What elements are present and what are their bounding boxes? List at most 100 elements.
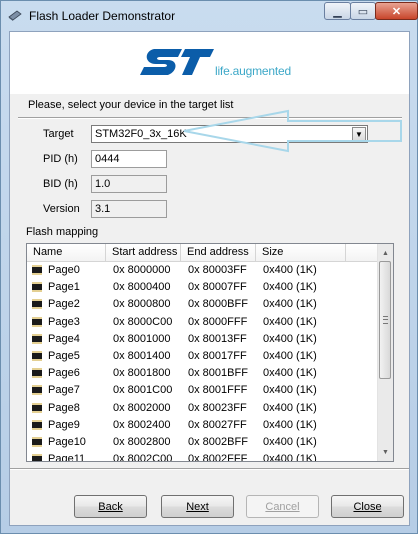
end-address: 0x 8000FFF bbox=[188, 315, 248, 328]
page-size: 0x400 (1K) bbox=[263, 367, 317, 380]
table-row[interactable]: Page11 0x 8002C00 0x 8002FFF 0x400 (1K) bbox=[27, 451, 380, 462]
table-row[interactable]: Page0 0x 8000000 0x 80003FF 0x400 (1K) bbox=[27, 262, 380, 279]
table-row[interactable]: Page6 0x 8001800 0x 8001BFF 0x400 (1K) bbox=[27, 365, 380, 382]
title-bar[interactable]: Flash Loader Demonstrator ▁ ▭ ✕ bbox=[1, 1, 418, 31]
table-row[interactable]: Page9 0x 8002400 0x 80027FF 0x400 (1K) bbox=[27, 417, 380, 434]
list-header: Name Start address End address Size bbox=[27, 244, 380, 262]
table-row[interactable]: Page8 0x 8002000 0x 80023FF 0x400 (1K) bbox=[27, 400, 380, 417]
page-size: 0x400 (1K) bbox=[263, 453, 317, 462]
target-dropdown[interactable]: STM32F0_3x_16K ▼ bbox=[91, 125, 368, 143]
page-name: Page10 bbox=[48, 435, 86, 448]
bid-field: 1.0 bbox=[91, 175, 167, 193]
back-button[interactable]: Back bbox=[74, 495, 147, 518]
end-address: 0x 80023FF bbox=[188, 401, 247, 414]
chip-icon bbox=[32, 333, 42, 344]
column-header-name[interactable]: Name bbox=[27, 244, 106, 261]
page-size: 0x400 (1K) bbox=[263, 349, 317, 362]
chip-icon bbox=[32, 402, 42, 413]
version-value: 3.1 bbox=[95, 203, 111, 215]
select-device-prompt: Please, select your device in the target… bbox=[28, 99, 234, 111]
page-name: Page9 bbox=[48, 418, 80, 431]
dropdown-arrow-icon[interactable]: ▼ bbox=[352, 127, 366, 141]
table-row[interactable]: Page1 0x 8000400 0x 80007FF 0x400 (1K) bbox=[27, 279, 380, 296]
end-address: 0x 80007FF bbox=[188, 281, 247, 294]
flash-mapping-title: Flash mapping bbox=[26, 226, 99, 238]
dialog-client: life.augmented Please, select your devic… bbox=[9, 31, 410, 526]
start-address: 0x 8000800 bbox=[113, 298, 171, 311]
chip-icon bbox=[32, 368, 42, 379]
page-name: Page1 bbox=[48, 281, 80, 294]
scroll-up-icon[interactable]: ▲ bbox=[379, 246, 392, 260]
version-field: 3.1 bbox=[91, 200, 167, 218]
chip-icon bbox=[32, 454, 42, 461]
app-window: Flash Loader Demonstrator ▁ ▭ ✕ life.aug… bbox=[0, 0, 418, 534]
st-logo bbox=[140, 49, 214, 75]
table-row[interactable]: Page3 0x 8000C00 0x 8000FFF 0x400 (1K) bbox=[27, 314, 380, 331]
start-address: 0x 8001800 bbox=[113, 367, 171, 380]
page-name: Page5 bbox=[48, 349, 80, 362]
table-row[interactable]: Page7 0x 8001C00 0x 8001FFF 0x400 (1K) bbox=[27, 382, 380, 399]
chip-icon bbox=[32, 436, 42, 447]
end-address: 0x 8002FFF bbox=[188, 453, 248, 462]
page-name: Page11 bbox=[48, 453, 86, 462]
page-size: 0x400 (1K) bbox=[263, 264, 317, 276]
chip-icon bbox=[32, 282, 42, 293]
pid-value: 0444 bbox=[95, 153, 120, 165]
start-address: 0x 8002400 bbox=[113, 418, 171, 431]
chip-icon bbox=[32, 316, 42, 327]
scroll-thumb[interactable] bbox=[379, 261, 391, 379]
table-row[interactable]: Page10 0x 8002800 0x 8002BFF 0x400 (1K) bbox=[27, 434, 380, 451]
table-row[interactable]: Page2 0x 8000800 0x 8000BFF 0x400 (1K) bbox=[27, 296, 380, 313]
end-address: 0x 8001FFF bbox=[188, 384, 248, 397]
start-address: 0x 8001400 bbox=[113, 349, 171, 362]
chip-icon bbox=[32, 299, 42, 310]
end-address: 0x 8000BFF bbox=[188, 298, 248, 311]
maximize-icon: ▭ bbox=[357, 5, 369, 18]
pid-field: 0444 bbox=[91, 150, 167, 168]
page-size: 0x400 (1K) bbox=[263, 384, 317, 397]
chip-icon bbox=[32, 385, 42, 396]
column-header-size[interactable]: Size bbox=[256, 244, 346, 261]
end-address: 0x 8002BFF bbox=[188, 435, 248, 448]
close-window-button[interactable]: ✕ bbox=[375, 2, 418, 20]
page-name: Page3 bbox=[48, 315, 80, 328]
start-address: 0x 8000C00 bbox=[113, 315, 173, 328]
end-address: 0x 8001BFF bbox=[188, 367, 248, 380]
page-size: 0x400 (1K) bbox=[263, 435, 317, 448]
next-button[interactable]: Next bbox=[161, 495, 234, 518]
start-address: 0x 8002000 bbox=[113, 401, 171, 414]
page-size: 0x400 (1K) bbox=[263, 298, 317, 311]
page-name: Page0 bbox=[48, 264, 80, 276]
page-size: 0x400 (1K) bbox=[263, 281, 317, 294]
start-address: 0x 8002800 bbox=[113, 435, 171, 448]
cancel-button[interactable]: Cancel bbox=[246, 495, 319, 518]
close-button[interactable]: Close bbox=[331, 495, 404, 518]
app-icon bbox=[8, 10, 22, 21]
chip-icon bbox=[32, 419, 42, 430]
page-size: 0x400 (1K) bbox=[263, 315, 317, 328]
flash-mapping-list[interactable]: Name Start address End address Size Page… bbox=[26, 243, 394, 462]
minimize-icon: ▁ bbox=[333, 5, 342, 18]
start-address: 0x 8001000 bbox=[113, 332, 171, 345]
logo-banner: life.augmented bbox=[10, 32, 409, 94]
table-row[interactable]: Page4 0x 8001000 0x 80013FF 0x400 (1K) bbox=[27, 331, 380, 348]
column-header-end-address[interactable]: End address bbox=[181, 244, 256, 261]
scroll-down-icon[interactable]: ▼ bbox=[379, 445, 392, 459]
page-name: Page4 bbox=[48, 332, 80, 345]
start-address: 0x 8002C00 bbox=[113, 453, 173, 462]
page-name: Page2 bbox=[48, 298, 80, 311]
table-row[interactable]: Page5 0x 8001400 0x 80017FF 0x400 (1K) bbox=[27, 348, 380, 365]
minimize-button[interactable]: ▁ bbox=[324, 2, 351, 20]
target-label: Target bbox=[43, 128, 74, 140]
chip-icon bbox=[32, 350, 42, 361]
button-bar: Back Next Cancel Close bbox=[10, 468, 409, 525]
close-icon: ✕ bbox=[391, 5, 402, 18]
maximize-button[interactable]: ▭ bbox=[350, 2, 376, 20]
end-address: 0x 80027FF bbox=[188, 418, 247, 431]
target-value: STM32F0_3x_16K bbox=[95, 128, 187, 140]
column-header-start-address[interactable]: Start address bbox=[106, 244, 181, 261]
page-size: 0x400 (1K) bbox=[263, 332, 317, 345]
vertical-scrollbar[interactable]: ▲ ▼ bbox=[377, 244, 393, 461]
logo-tagline: life.augmented bbox=[215, 64, 291, 78]
bid-label: BID (h) bbox=[43, 178, 78, 190]
